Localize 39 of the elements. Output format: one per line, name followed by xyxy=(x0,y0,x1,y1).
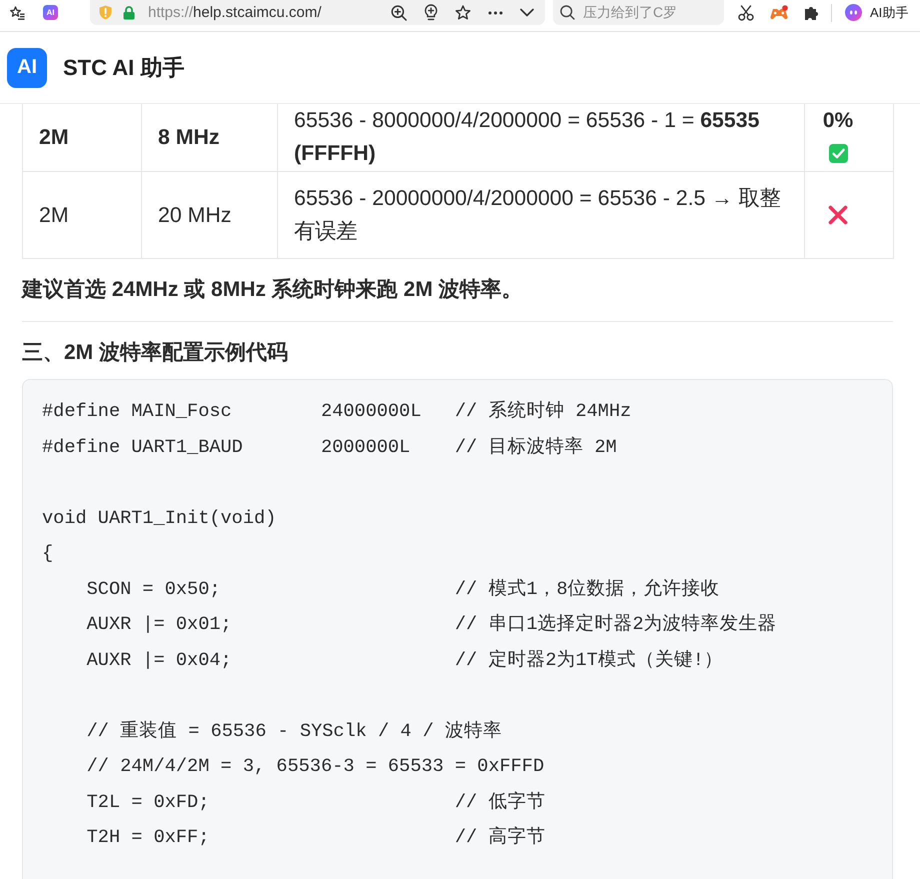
tab-logo[interactable]: AI xyxy=(43,5,58,20)
code-line: T2H = 0xFF; // 高字节 xyxy=(86,825,546,850)
search-icon xyxy=(560,5,575,20)
puzzle-icon[interactable] xyxy=(804,4,820,20)
section-heading: 三、2M 波特率配置示例代码 xyxy=(22,340,290,366)
assistant-icon[interactable] xyxy=(845,4,862,21)
lightbulb-icon[interactable] xyxy=(424,4,438,21)
code-line: #define MAIN_Fosc 24000000L // 系统时钟 24MHz xyxy=(42,400,632,424)
error-rate: 0% xyxy=(822,108,854,134)
code-line: { xyxy=(42,542,54,566)
search-placeholder: 压力给到了C罗 xyxy=(583,4,678,22)
table-cell: 65536 - 20000000/4/2000000 = 65536 - 2.5 → 取整有误差 xyxy=(278,172,804,258)
url-text[interactable]: https://help.stcaimcu.com/ xyxy=(148,4,322,21)
table-cell: 2M xyxy=(22,104,142,172)
code-line: AUXR |= 0x01; // 串口1选择定时器2为波特率发生器 xyxy=(86,612,777,637)
chevron-down-icon[interactable] xyxy=(520,8,534,17)
code-line: // 重装值 = 65536 - SYSclk / 4 / 波特率 xyxy=(86,720,502,744)
code-line: AUXR |= 0x04; // 定时器2为1T模式（关键!） xyxy=(86,648,723,672)
gamepad-icon[interactable] xyxy=(770,4,788,20)
table-cell: 20 MHz xyxy=(142,172,278,258)
lock-icon[interactable] xyxy=(123,6,135,20)
assistant-label[interactable]: AI助手 xyxy=(870,4,908,22)
recommendation-text: 建议首选 24MHz 或 8MHz 系统时钟来跑 2M 波特率。 xyxy=(22,276,524,303)
table-cell: 8 MHz xyxy=(142,104,278,172)
code-line: T2L = 0xFD; // 低字节 xyxy=(86,790,546,814)
zoom-in-icon[interactable] xyxy=(391,4,407,20)
app-logo: AI xyxy=(7,48,47,88)
code-line: SCON = 0x50; // 模式1，8位数据，允许接收 xyxy=(86,578,720,602)
table-cell: 65536 - 8000000/4/2000000 = 65536 - 1 = 65535 (FFFFH) xyxy=(278,104,804,172)
scissors-icon[interactable] xyxy=(738,4,754,20)
code-line: // 24M/4/2M = 3, 65536-3 = 65533 = 0xFFFD xyxy=(86,755,544,779)
star-icon[interactable] xyxy=(455,5,471,20)
table-cell: 2M xyxy=(22,172,142,258)
code-line: #define UART1_BAUD 2000000L // 目标波特率 2M xyxy=(42,436,617,460)
app-title: STC AI 助手 xyxy=(63,54,184,82)
favorites-icon[interactable] xyxy=(10,6,25,20)
code-line: void UART1_Init(void) xyxy=(42,506,276,530)
more-icon[interactable] xyxy=(488,10,503,14)
address-bar[interactable]: https://help.stcaimcu.com/ xyxy=(90,0,545,25)
